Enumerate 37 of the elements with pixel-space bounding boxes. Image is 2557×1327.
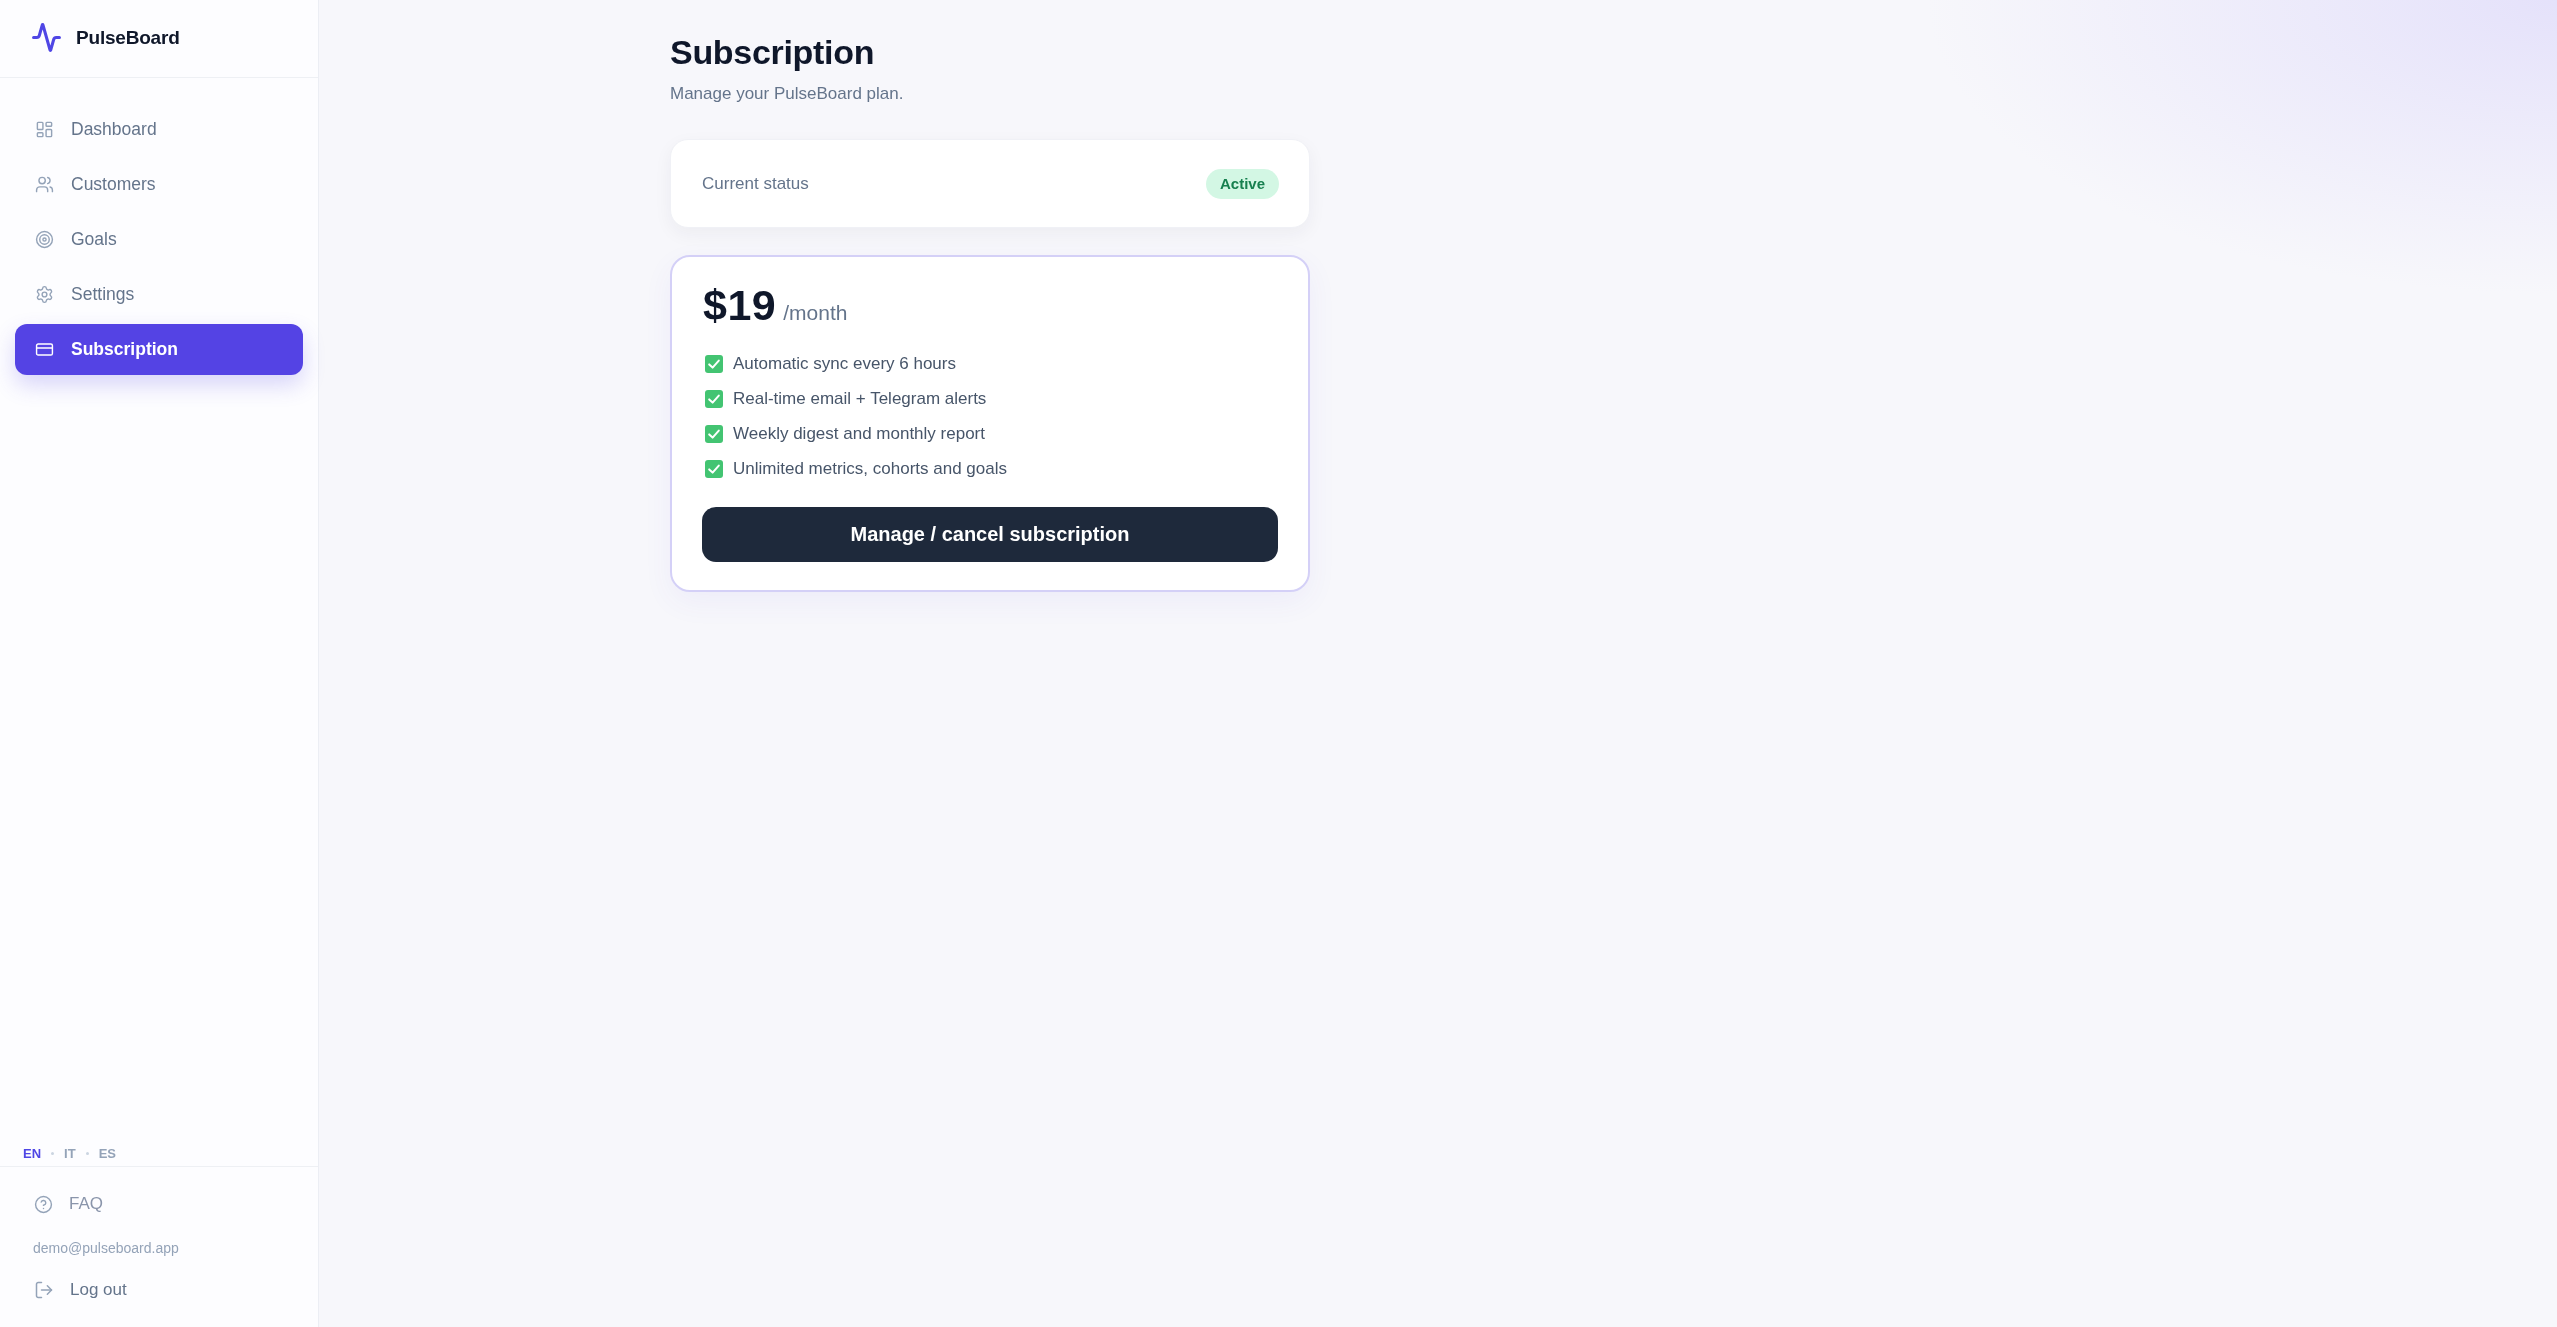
- feature-text: Real-time email + Telegram alerts: [733, 389, 987, 409]
- faq-link[interactable]: FAQ: [15, 1184, 303, 1224]
- nav-item[interactable]: Customers: [15, 159, 303, 210]
- language-link[interactable]: EN: [23, 1145, 42, 1161]
- nav-item[interactable]: Goals: [15, 214, 303, 265]
- user-email: demo@pulseboard.app: [33, 1239, 180, 1258]
- grid-icon: [35, 120, 54, 139]
- page-subtitle: Manage your PulseBoard plan.: [670, 83, 904, 105]
- language-link[interactable]: IT: [64, 1145, 76, 1161]
- nav-item[interactable]: Dashboard: [15, 104, 303, 155]
- check-icon: [705, 425, 723, 443]
- target-icon: [35, 230, 54, 249]
- price-period: /month: [783, 301, 848, 325]
- check-icon: [705, 460, 723, 478]
- language-link[interactable]: ES: [98, 1145, 116, 1161]
- brand-name: PulseBoard: [76, 26, 180, 49]
- logout-link[interactable]: Log out: [15, 1270, 303, 1310]
- settings-icon: [35, 285, 54, 304]
- nav-item[interactable]: Settings: [15, 269, 303, 320]
- pulse-icon: [31, 22, 62, 53]
- card-icon: [35, 340, 54, 359]
- dot-icon: [51, 1151, 55, 1155]
- check-icon: [705, 355, 723, 373]
- plan-price: $19: [703, 281, 777, 329]
- manage-subscription-button[interactable]: Manage / cancel subscription: [702, 507, 1278, 562]
- feature-text: Weekly digest and monthly report: [733, 424, 985, 444]
- help-icon: [34, 1194, 53, 1214]
- check-icon: [705, 390, 723, 408]
- page-title: Subscription: [670, 32, 875, 72]
- status-badge: Active: [1205, 168, 1279, 199]
- status-label: Current status: [702, 173, 809, 194]
- dot-icon: [85, 1151, 89, 1155]
- feature-text: Automatic sync every 6 hours: [733, 354, 956, 374]
- people-icon: [35, 175, 54, 194]
- logout-icon: [34, 1280, 54, 1300]
- nav-item[interactable]: Subscription: [15, 324, 303, 375]
- feature-text: Unlimited metrics, cohorts and goals: [733, 459, 1007, 479]
